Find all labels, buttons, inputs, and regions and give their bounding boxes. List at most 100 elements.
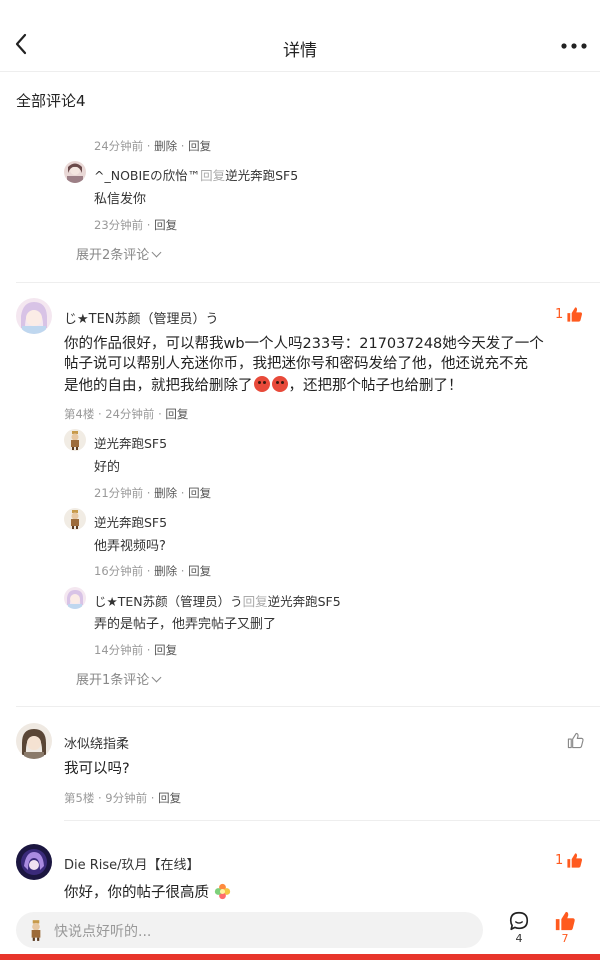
reply-word: 回复: [200, 168, 226, 183]
floor-number: 第4楼: [64, 407, 95, 421]
expand-replies-button[interactable]: 展开2条评论: [76, 244, 162, 263]
reply-time: 21分钟前: [94, 486, 144, 500]
bottom-input-bar: 快说点好听的... 4 7: [0, 906, 600, 954]
avatar[interactable]: [64, 587, 86, 609]
expand-replies-button[interactable]: 展开1条评论: [76, 669, 162, 688]
reply-time: 14分钟前: [94, 643, 144, 657]
comment-text-line: 帖子说可以帮别人充迷你币，我把迷你号和密码发给了他，他还说充不充: [64, 356, 528, 372]
meta-separator: ·: [143, 218, 155, 232]
avatar[interactable]: [64, 429, 86, 451]
reply-meta: 23分钟前 · 回复: [94, 217, 177, 233]
reply-link[interactable]: 回复: [165, 407, 188, 421]
reply-author-name[interactable]: 逆光奔跑SF5: [94, 433, 167, 452]
reply-meta: 21分钟前 · 删除 · 回复: [94, 486, 212, 500]
reply-meta: 24分钟前 · 删除 · 回复: [94, 138, 211, 154]
thumb-up-icon: [567, 307, 583, 322]
comment-text-line: 是他的自由，就把我给删除了 ，还把那个帖子也给删了！: [64, 374, 584, 396]
reply-meta: 16分钟前 · 删除 · 回复: [94, 564, 212, 578]
reply-text: 好的: [94, 460, 121, 475]
reply-text: 私信发你: [94, 192, 147, 207]
reply-link[interactable]: 回复: [188, 564, 211, 578]
comment-text-line: 你的作品很好，可以帮我wb一个人吗233号：217037248她今天发了一个: [64, 336, 544, 352]
comment-bubble-icon: [509, 911, 529, 931]
reply-text: 弄的是帖子，他弄完帖子又删了: [94, 617, 277, 632]
meta-separator: ·: [154, 407, 166, 421]
avatar[interactable]: [64, 161, 86, 183]
reply-time: 16分钟前: [94, 564, 144, 578]
meta-separator: ·: [143, 139, 155, 153]
comment-time: 24分钟前: [105, 407, 155, 421]
reply-link[interactable]: 回复: [158, 791, 181, 805]
post-like-button[interactable]: 7: [551, 910, 579, 945]
delete-link[interactable]: 删除: [154, 564, 177, 578]
comment-count-button[interactable]: 4: [505, 910, 533, 945]
chevron-down-icon: [151, 247, 162, 258]
avatar[interactable]: [16, 298, 52, 334]
delete-link[interactable]: 删除: [154, 139, 177, 153]
comment-author-name[interactable]: じ★TEN苏颜（管理员）う: [64, 308, 219, 327]
avatar[interactable]: [16, 723, 52, 759]
comment-text: 我可以吗?: [64, 761, 130, 777]
comment-meta: 第5楼 · 9分钟前 · 回复: [64, 790, 181, 806]
comment-count: 4: [515, 932, 523, 945]
meta-separator: ·: [147, 791, 159, 805]
comment-text-segment: ，还把那个帖子也给删了！: [288, 378, 463, 394]
meta-separator: ·: [94, 407, 106, 421]
reply-author-name[interactable]: ^_NOBIEの欣怡™: [94, 168, 200, 183]
delete-link[interactable]: 删除: [154, 486, 177, 500]
reply-author-line: ^_NOBIEの欣怡™回复逆光奔跑SF5: [94, 165, 298, 184]
comment-text-segment: 你好，你的帖子很高质: [64, 885, 209, 901]
divider: [16, 282, 600, 283]
divider: [64, 820, 600, 821]
comment-input[interactable]: 快说点好听的...: [16, 912, 483, 948]
comment-text: 你的作品很好，可以帮我wb一个人吗233号：217037248她今天发了一个 帖…: [64, 334, 584, 396]
top-nav-bar: 详情: [0, 0, 600, 72]
reply-target-name[interactable]: 逆光奔跑SF5: [268, 594, 341, 609]
thumb-up-icon: [555, 911, 575, 931]
reply-link[interactable]: 回复: [154, 218, 177, 232]
comment-author-name[interactable]: Die Rise/玖月【在线】: [64, 854, 200, 873]
angry-face-emoji: [253, 376, 270, 392]
reply-meta: 14分钟前 · 回复: [94, 643, 178, 657]
avatar[interactable]: [64, 508, 86, 530]
thumb-up-icon[interactable]: [567, 732, 584, 749]
like-count: 1: [555, 853, 564, 868]
input-placeholder: 快说点好听的...: [54, 924, 152, 940]
comment-meta: 第4楼 · 24分钟前 · 回复: [64, 406, 188, 422]
like-count: 7: [561, 932, 569, 945]
angry-face-emoji: [271, 376, 288, 392]
reply-link[interactable]: 回复: [188, 139, 211, 153]
divider: [16, 706, 600, 707]
meta-separator: ·: [177, 139, 189, 153]
reply-link[interactable]: 回复: [154, 643, 177, 657]
reply-target-name[interactable]: 逆光奔跑SF5: [225, 168, 298, 183]
reply-author-name[interactable]: じ★TEN苏颜（管理员）う: [94, 594, 243, 609]
avatar[interactable]: [16, 844, 52, 880]
reply-link[interactable]: 回复: [188, 486, 211, 500]
like-button[interactable]: 1: [555, 852, 583, 869]
comment-text: 你好，你的帖子很高质: [64, 880, 231, 903]
chevron-down-icon: [151, 672, 162, 683]
expand-label: 展开1条评论: [76, 673, 150, 688]
bottom-accent-strip: [0, 954, 600, 960]
reply-time: 24分钟前: [94, 139, 144, 153]
more-dots-icon[interactable]: [560, 36, 588, 56]
like-button[interactable]: 1: [555, 306, 583, 323]
meta-separator: ·: [94, 791, 106, 805]
reply-author-line: じ★TEN苏颜（管理员）う回复逆光奔跑SF5: [94, 591, 341, 610]
reply-time: 23分钟前: [94, 218, 144, 232]
comment-author-name[interactable]: 冰似绕指柔: [64, 733, 129, 752]
reply-word: 回复: [242, 594, 268, 609]
flower-emoji: [214, 883, 230, 900]
like-count: 1: [555, 307, 564, 322]
floor-number: 第5楼: [64, 791, 95, 805]
comment-text-segment: 是他的自由，就把我给删除了: [64, 378, 253, 394]
user-avatar-icon: [31, 920, 41, 941]
reply-author-name[interactable]: 逆光奔跑SF5: [94, 512, 167, 531]
expand-label: 展开2条评论: [76, 248, 150, 263]
thumb-up-icon: [567, 853, 583, 868]
comments-section-title: 全部评论4: [16, 92, 86, 110]
page-title: 详情: [283, 41, 317, 61]
comment-time: 9分钟前: [105, 791, 148, 805]
reply-text: 他弄视频吗?: [94, 539, 166, 554]
